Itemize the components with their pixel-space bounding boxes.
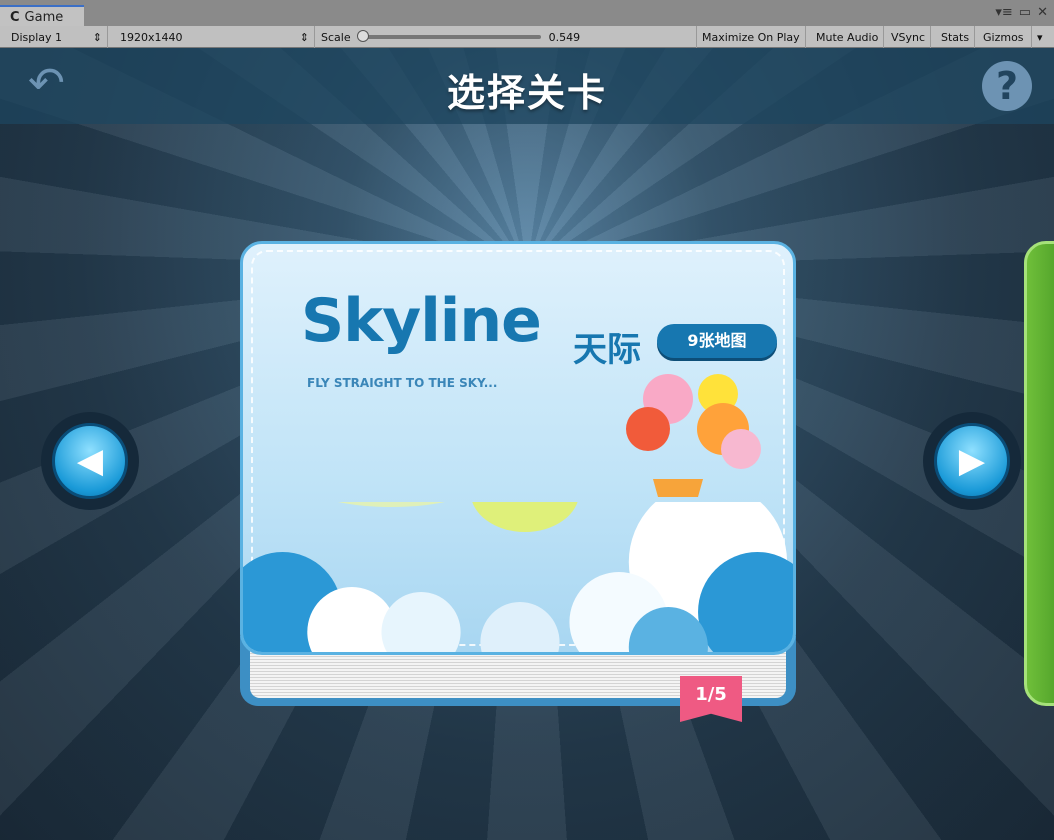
mute-audio-toggle[interactable]: Mute Audio	[811, 26, 885, 48]
scale-control: Scale 0.549	[316, 26, 697, 48]
next-button[interactable]: ▶	[923, 412, 1021, 510]
triangle-left-icon: ◀	[76, 441, 104, 481]
scale-value: 0.549	[548, 30, 581, 44]
resolution-dropdown[interactable]: 1920x1440 ⇕	[115, 26, 315, 48]
game-view: ↶ 选择关卡 ? ◀ ▶ Skyline 天际 9张地图 FLY STRAIGH…	[0, 48, 1054, 840]
maximize-on-play-toggle[interactable]: Maximize On Play	[697, 26, 806, 48]
unity-logo-icon: C	[10, 10, 20, 25]
tab-menu-icon[interactable]: ▾≡	[995, 5, 1012, 20]
question-mark-icon[interactable]: ?	[982, 61, 1032, 111]
resolution-value: 1920x1440	[120, 30, 183, 44]
updown-icon: ⇕	[299, 30, 309, 44]
slider-thumb[interactable]	[356, 30, 369, 42]
triangle-right-icon: ▶	[958, 441, 986, 481]
clouds-illustration	[243, 502, 793, 652]
gizmos-toggle[interactable]: Gizmos	[978, 26, 1032, 48]
scale-slider[interactable]	[356, 30, 541, 42]
vsync-toggle[interactable]: VSync	[886, 26, 932, 48]
book-title: Skyline	[301, 286, 542, 356]
close-icon[interactable]: ✕	[1037, 5, 1048, 20]
updown-icon: ⇕	[92, 30, 102, 44]
maps-count-badge: 9张地图	[657, 324, 777, 358]
tab-game[interactable]: C Game	[0, 5, 84, 26]
gizmos-dropdown-icon[interactable]: ▾	[1032, 26, 1048, 48]
book-title-cn: 天际	[573, 330, 641, 370]
tab-bar: C Game ▾≡ ▭ ✕	[0, 0, 1054, 26]
header-bar: ↶ 选择关卡 ?	[0, 48, 1054, 124]
book-tagline: FLY STRAIGHT TO THE SKY...	[307, 376, 498, 390]
scale-label: Scale	[321, 30, 351, 44]
next-level-book[interactable]	[1024, 241, 1054, 706]
page-title: 选择关卡	[446, 71, 607, 115]
stats-toggle[interactable]: Stats	[936, 26, 976, 48]
prev-button[interactable]: ◀	[41, 412, 139, 510]
book-cover[interactable]: Skyline 天际 9张地图 FLY STRAIGHT TO THE SKY.…	[240, 241, 796, 655]
maximize-icon[interactable]: ▭	[1019, 5, 1031, 20]
tab-label: Game	[24, 10, 64, 25]
display-dropdown[interactable]: Display 1 ⇕	[6, 26, 108, 48]
game-toolbar: Display 1 ⇕ 1920x1440 ⇕ Scale 0.549 Maximi…	[0, 26, 1054, 48]
level-book-skyline[interactable]: Skyline 天际 9张地图 FLY STRAIGHT TO THE SKY.…	[240, 241, 796, 722]
balloons-illustration	[626, 374, 761, 497]
display-value: Display 1	[11, 30, 63, 44]
